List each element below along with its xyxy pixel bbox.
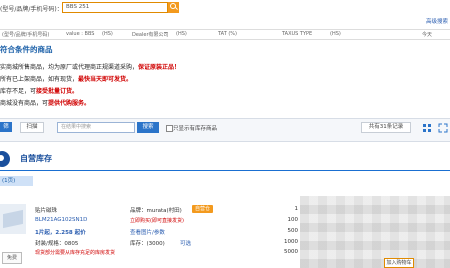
in-stock-checkbox[interactable]	[166, 125, 173, 132]
product-part-number[interactable]: BLM21AG102SN1D	[35, 217, 87, 223]
filter-col[interactable]: (HS)	[330, 31, 341, 37]
notice-title: 符合条件的商品	[0, 45, 53, 54]
stock-tab[interactable]: (1页)	[0, 176, 33, 186]
expand-icon[interactable]	[438, 123, 448, 133]
filter-col[interactable]: Dealer有限公司	[132, 31, 169, 38]
filter-row: (型号/品牌/手机号码) value : BBS (HS) Dealer有限公司…	[0, 29, 450, 40]
result-search-input[interactable]: 在结果中搜索	[57, 122, 135, 133]
scan-button[interactable]: 扫描	[20, 122, 44, 133]
qty-tier: 1	[294, 206, 299, 212]
stock-quantity: 库存：(3000)	[130, 241, 165, 247]
search-icon	[170, 3, 176, 9]
qty-tier: 5000	[284, 249, 298, 255]
filter-col[interactable]: value : BBS	[66, 31, 94, 37]
qty-tier: 1000	[284, 239, 298, 245]
notice-line: 所有已上架商品，如有现货，最快当天即可发货。	[0, 76, 133, 83]
filter-col[interactable]: (型号/品牌/手机号码)	[2, 31, 49, 38]
add-to-cart-button[interactable]: 加入购物车	[384, 258, 414, 268]
advanced-search-link[interactable]: 高级搜索	[426, 17, 448, 25]
view-params-link[interactable]: 查看图片/参数	[130, 228, 165, 236]
filter-col[interactable]: (HS)	[102, 31, 113, 37]
filter-col[interactable]: 今天	[422, 31, 432, 38]
filter-col[interactable]: (HS)	[176, 31, 187, 37]
search-label: (型号/品牌/手机号码)：	[0, 6, 63, 13]
product-price: 1片起，2.258 起价	[35, 230, 86, 236]
product-name[interactable]: 贴片磁珠	[35, 206, 57, 214]
unit-option[interactable]: 可选	[180, 239, 191, 247]
qty-tier: 500	[287, 228, 299, 234]
self-operated-badge: 自营仓	[192, 205, 214, 213]
product-image[interactable]	[0, 204, 26, 234]
stock-logo-icon	[0, 151, 10, 167]
buy-now-tag[interactable]: 立即购买(即可直接发货)	[130, 217, 184, 224]
grid-view-icon[interactable]	[422, 123, 432, 133]
qty-tier: 100	[287, 217, 299, 223]
in-stock-label: 只显示有库存商品	[173, 126, 218, 132]
record-count: 共有31条记录	[361, 122, 411, 133]
product-brand[interactable]: 品牌：murata(村田)	[130, 206, 182, 214]
result-search-button[interactable]: 搜索	[137, 122, 159, 133]
notice-line: 商城没有商品，可提供代购服务。	[0, 100, 91, 107]
search-input[interactable]: BBS 251	[62, 2, 168, 13]
stock-title: 自营库存	[20, 154, 52, 163]
delivery-note: 现货部分需要从库存充足的库房发货	[35, 250, 116, 256]
filter-col[interactable]: TAXUS TYPE	[282, 31, 312, 37]
divider	[0, 170, 450, 171]
product-image-caption: 免费	[2, 252, 22, 264]
notice-line: 实商城所售商品，均为原厂或代理商正规渠道采购，保证原装正品！	[0, 64, 181, 71]
product-package: 封装/规格：0805	[35, 241, 79, 247]
search-button[interactable]	[168, 2, 179, 13]
obscured-region	[300, 196, 450, 268]
notice-line: 库存不足，可接受批量订货。	[0, 88, 79, 95]
filter-col[interactable]: TAT (%)	[218, 31, 237, 37]
filter-button[interactable]: 筛	[0, 122, 12, 132]
